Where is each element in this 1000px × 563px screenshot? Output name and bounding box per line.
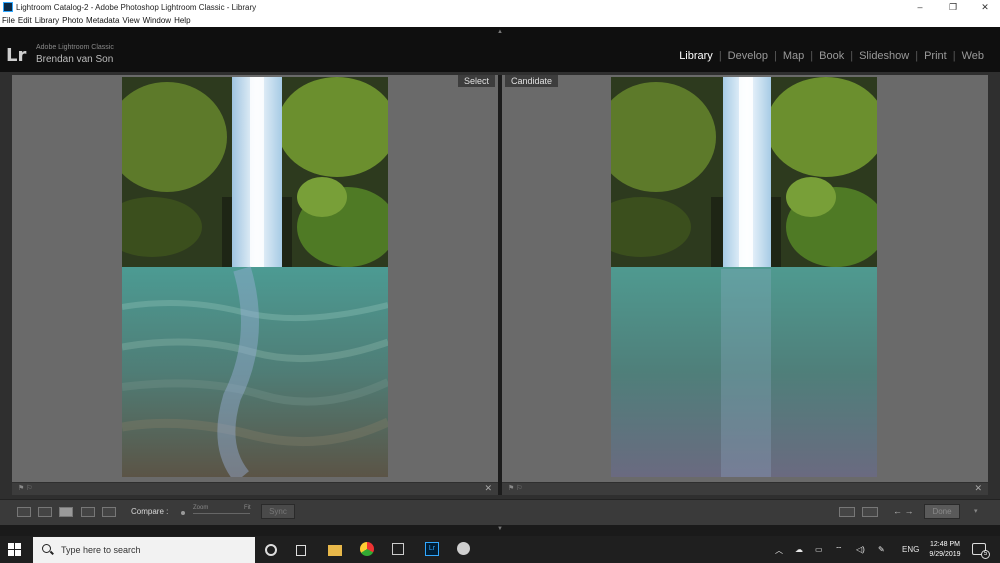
waterfall-photo-candidate [611, 77, 877, 477]
bottom-panel-toggle-icon[interactable]: ▼ [497, 526, 503, 532]
select-info-strip: ⚑ ⚐ ✕ [12, 483, 498, 495]
volume-icon[interactable]: ◁) [856, 545, 865, 554]
clock-time: 12:48 PM [930, 541, 960, 548]
compare-label: Compare : [131, 507, 169, 516]
done-button[interactable]: Done [924, 504, 960, 519]
tray-overflow-chevron-icon[interactable]: ︿ [775, 545, 783, 556]
taskbar-clock[interactable]: 12:48 PM 9/29/2019 [925, 540, 965, 560]
battery-icon[interactable]: ▭ [815, 545, 823, 554]
cloud-icon[interactable]: ☁ [795, 545, 803, 554]
select-photo[interactable] [122, 77, 388, 477]
product-name: Adobe Lightroom Classic [36, 44, 114, 51]
compare-view-icon[interactable] [59, 507, 73, 517]
lr-logo: Lr [6, 45, 27, 66]
windows-start-icon[interactable] [8, 543, 22, 557]
flag-icon[interactable]: ⚑ ⚐ [508, 484, 523, 492]
module-web[interactable]: Web [956, 50, 990, 62]
clock-date: 9/29/2019 [929, 551, 961, 558]
action-center-icon[interactable]: 5 [972, 543, 990, 559]
cortana-icon[interactable] [265, 544, 277, 556]
menu-library[interactable]: Library [35, 16, 59, 25]
module-library[interactable]: Library [673, 50, 719, 62]
window-titlebar: Lightroom Catalog-2 - Adobe Photoshop Li… [0, 0, 1000, 14]
file-explorer-icon[interactable] [328, 545, 342, 556]
module-slideshow[interactable]: Slideshow [853, 50, 915, 62]
app-icon[interactable] [392, 543, 404, 555]
zoom-label: Zoom [193, 505, 209, 511]
select-label: Select [458, 75, 496, 87]
notification-count-badge: 5 [981, 550, 990, 559]
input-language[interactable]: ENG [902, 545, 919, 554]
maximize-button[interactable]: ❐ [938, 0, 968, 14]
close-button[interactable]: ✕ [970, 0, 1000, 14]
reject-icon[interactable]: ✕ [484, 483, 492, 494]
zoom-slider[interactable] [193, 513, 250, 514]
loupe-view-icon[interactable] [38, 507, 52, 517]
make-select-icon[interactable] [862, 507, 878, 517]
menu-view[interactable]: View [122, 16, 139, 25]
waterfall-photo-select [122, 77, 388, 477]
people-view-icon[interactable] [102, 507, 116, 517]
lightroom-taskbar-icon[interactable]: Lr [425, 542, 439, 556]
menu-metadata[interactable]: Metadata [86, 16, 119, 25]
pen-icon[interactable]: ✎ [878, 545, 885, 554]
menu-help[interactable]: Help [174, 16, 190, 25]
window-title: Lightroom Catalog-2 - Adobe Photoshop Li… [16, 2, 257, 12]
module-develop[interactable]: Develop [722, 50, 774, 62]
search-icon [42, 544, 51, 553]
fit-label: Fit [244, 505, 251, 511]
nav-arrows[interactable]: ← → [893, 506, 914, 516]
lightroom-app-icon [3, 2, 13, 12]
survey-view-icon[interactable] [81, 507, 95, 517]
zoom-lock-icon[interactable] [181, 511, 185, 515]
candidate-label: Candidate [505, 75, 559, 87]
minimize-button[interactable]: – [905, 0, 935, 14]
menu-window[interactable]: Window [143, 16, 171, 25]
taskbar-search-box[interactable]: Type here to search [33, 537, 255, 563]
candidate-info-strip: ⚑ ⚐ ✕ [502, 483, 988, 495]
user-name: Brendan van Son [36, 54, 114, 65]
paint-app-icon[interactable] [457, 542, 470, 555]
task-view-icon[interactable] [296, 545, 306, 556]
swap-icon[interactable] [839, 507, 855, 517]
module-picker: Library | Develop | Map | Book | Slidesh… [673, 50, 990, 62]
module-book[interactable]: Book [813, 50, 850, 62]
reject-icon[interactable]: ✕ [974, 483, 982, 494]
menu-bar: File Edit Library Photo Metadata View Wi… [0, 14, 1000, 27]
sync-button[interactable]: Sync [261, 504, 295, 519]
wifi-icon[interactable]: ⌔ [835, 545, 843, 555]
module-map[interactable]: Map [777, 50, 810, 62]
menu-file[interactable]: File [2, 16, 15, 25]
module-print[interactable]: Print [918, 50, 953, 62]
candidate-photo[interactable] [611, 77, 877, 477]
grid-view-icon[interactable] [17, 507, 31, 517]
taskbar-search-placeholder: Type here to search [61, 545, 141, 555]
chrome-icon[interactable] [360, 542, 374, 556]
menu-photo[interactable]: Photo [62, 16, 83, 25]
flag-icon[interactable]: ⚑ ⚐ [18, 484, 33, 492]
menu-edit[interactable]: Edit [18, 16, 32, 25]
toolbar-menu-chevron-icon[interactable]: ▾ [974, 507, 978, 515]
pane-divider [498, 75, 502, 495]
top-panel-toggle-icon[interactable]: ▲ [497, 29, 503, 35]
